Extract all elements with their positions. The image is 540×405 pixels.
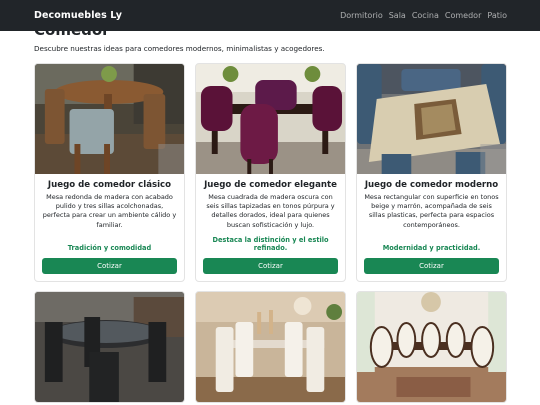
product-card: Juego de comedor moderno Mesa rectangula… — [356, 63, 507, 282]
quote-button[interactable]: Cotizar — [364, 258, 499, 274]
product-image-white-chairs-dining-set — [196, 292, 345, 402]
product-grid: Juego de comedor clásico Mesa redonda de… — [34, 63, 507, 403]
product-card — [34, 291, 185, 403]
nav-link-sala[interactable]: Sala — [389, 11, 406, 20]
card-benefit: Tradición y comodidad — [67, 244, 152, 252]
nav-link-comedor[interactable]: Comedor — [445, 11, 481, 20]
card-benefit: Modernidad y practicidad. — [382, 244, 481, 252]
nav-link-dormitorio[interactable]: Dormitorio — [340, 11, 383, 20]
card-title: Juego de comedor clásico — [47, 180, 172, 190]
card-body: Juego de comedor clásico Mesa redonda de… — [35, 174, 184, 281]
quote-button[interactable]: Cotizar — [42, 258, 177, 274]
nav-link-cocina[interactable]: Cocina — [412, 11, 439, 20]
nav-links: Dormitorio Sala Cocina Comedor Patio — [340, 11, 507, 20]
card-description: Mesa cuadrada de madera oscura con seis … — [206, 193, 335, 229]
card-title: Juego de comedor moderno — [364, 180, 499, 190]
section-intro: Descubre nuestras ideas para comedores m… — [34, 44, 325, 53]
product-image-modern-dining-set — [357, 64, 506, 174]
product-card — [356, 291, 507, 403]
product-image-elegant-dining-set — [196, 64, 345, 174]
nav-link-patio[interactable]: Patio — [487, 11, 507, 20]
card-title: Juego de comedor elegante — [204, 180, 337, 190]
quote-button[interactable]: Cotizar — [203, 258, 338, 274]
product-image-traditional-dining-set — [357, 292, 506, 402]
brand-logo[interactable]: Decomuebles Ly — [34, 10, 122, 21]
card-body: Juego de comedor moderno Mesa rectangula… — [357, 174, 506, 281]
card-benefit: Destaca la distinción y el estilo refina… — [212, 236, 329, 252]
product-card: Juego de comedor elegante Mesa cuadrada … — [195, 63, 346, 282]
product-image-classic-dining-set — [35, 64, 184, 174]
card-description: Mesa rectangular con superficie en tonos… — [364, 193, 499, 229]
product-image-glass-dining-set — [35, 292, 184, 402]
product-card: Juego de comedor clásico Mesa redonda de… — [34, 63, 185, 282]
card-body: Juego de comedor elegante Mesa cuadrada … — [196, 174, 345, 281]
product-card — [195, 291, 346, 403]
card-description: Mesa redonda de madera con acabado pulid… — [42, 193, 177, 229]
top-navbar: Decomuebles Ly Dormitorio Sala Cocina Co… — [0, 0, 540, 31]
